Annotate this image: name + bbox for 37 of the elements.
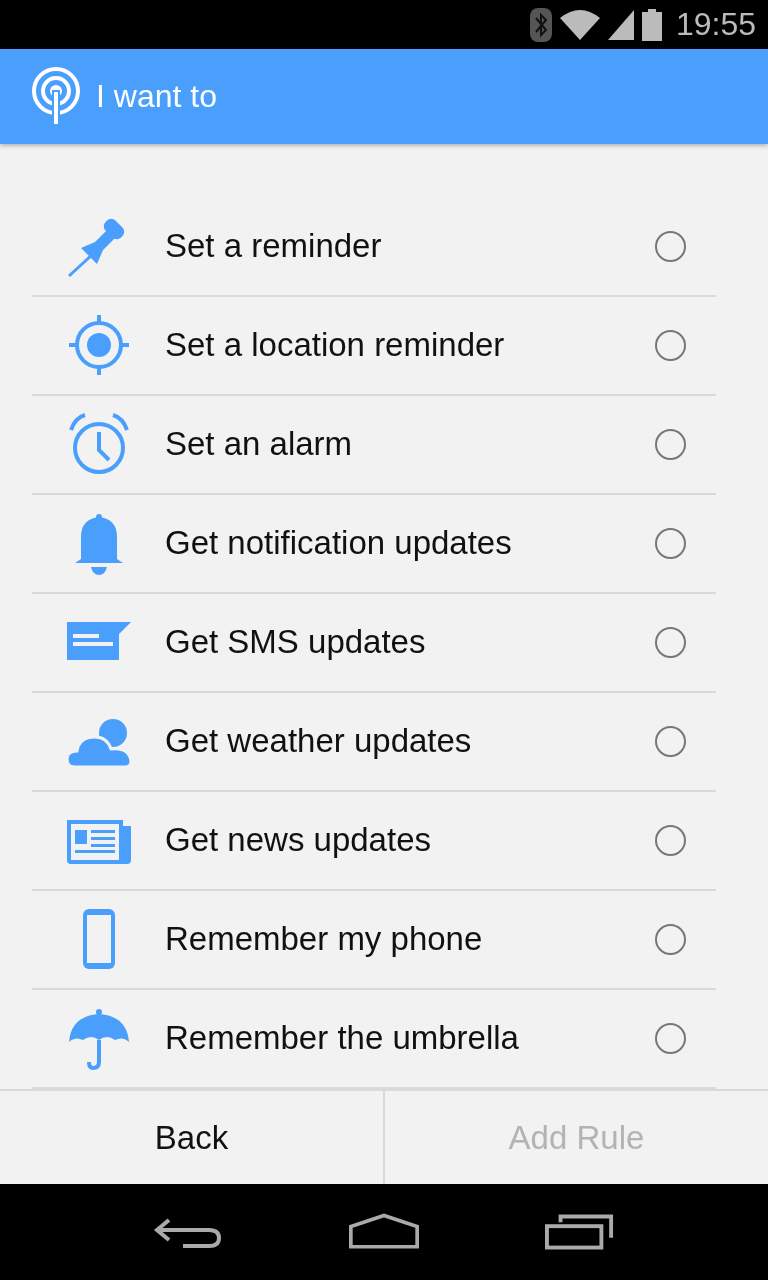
option-label: Set an alarm <box>165 425 354 464</box>
option-label: Get news updates <box>165 821 432 860</box>
option-row[interactable]: Get news updates <box>32 791 716 891</box>
radio-button[interactable] <box>655 329 686 361</box>
status-time: 19:55 <box>675 6 756 44</box>
bluetooth-icon <box>529 7 552 42</box>
wifi-icon <box>559 9 600 40</box>
signal-icon <box>607 9 634 40</box>
alarm-clock-icon <box>66 412 131 477</box>
radio-button[interactable] <box>655 626 686 658</box>
radio-button[interactable] <box>655 230 686 262</box>
option-label: Set a location reminder <box>165 326 506 365</box>
radio-button[interactable] <box>655 923 686 955</box>
option-label: Get weather updates <box>165 722 473 761</box>
crosshair-icon <box>66 313 131 378</box>
option-label: Get SMS updates <box>165 623 427 662</box>
option-label: Remember the umbrella <box>165 1019 520 1058</box>
radio-button[interactable] <box>655 428 686 460</box>
radio-button[interactable] <box>655 725 686 757</box>
radio-button[interactable] <box>655 1022 686 1054</box>
radio-button[interactable] <box>655 527 686 559</box>
option-label: Get notification updates <box>165 524 513 563</box>
battery-icon <box>641 8 662 41</box>
app-title: I want to <box>96 78 217 116</box>
option-row[interactable]: Get weather updates <box>32 692 716 792</box>
option-row[interactable]: Set a location reminder <box>32 296 716 396</box>
radio-button[interactable] <box>655 824 686 856</box>
option-row[interactable]: Get SMS updates <box>32 593 716 693</box>
option-label: Set a reminder <box>165 227 383 266</box>
option-row[interactable]: Remember the umbrella <box>32 989 716 1089</box>
option-row[interactable]: Remember my phone <box>32 890 716 990</box>
umbrella-icon <box>66 1006 131 1071</box>
option-label: Remember my phone <box>165 920 484 959</box>
option-row[interactable]: Set a reminder <box>32 197 716 297</box>
option-row[interactable]: Set an alarm <box>32 395 716 495</box>
recent-apps-icon[interactable] <box>545 1212 615 1253</box>
option-row[interactable]: Get notification updates <box>32 494 716 594</box>
